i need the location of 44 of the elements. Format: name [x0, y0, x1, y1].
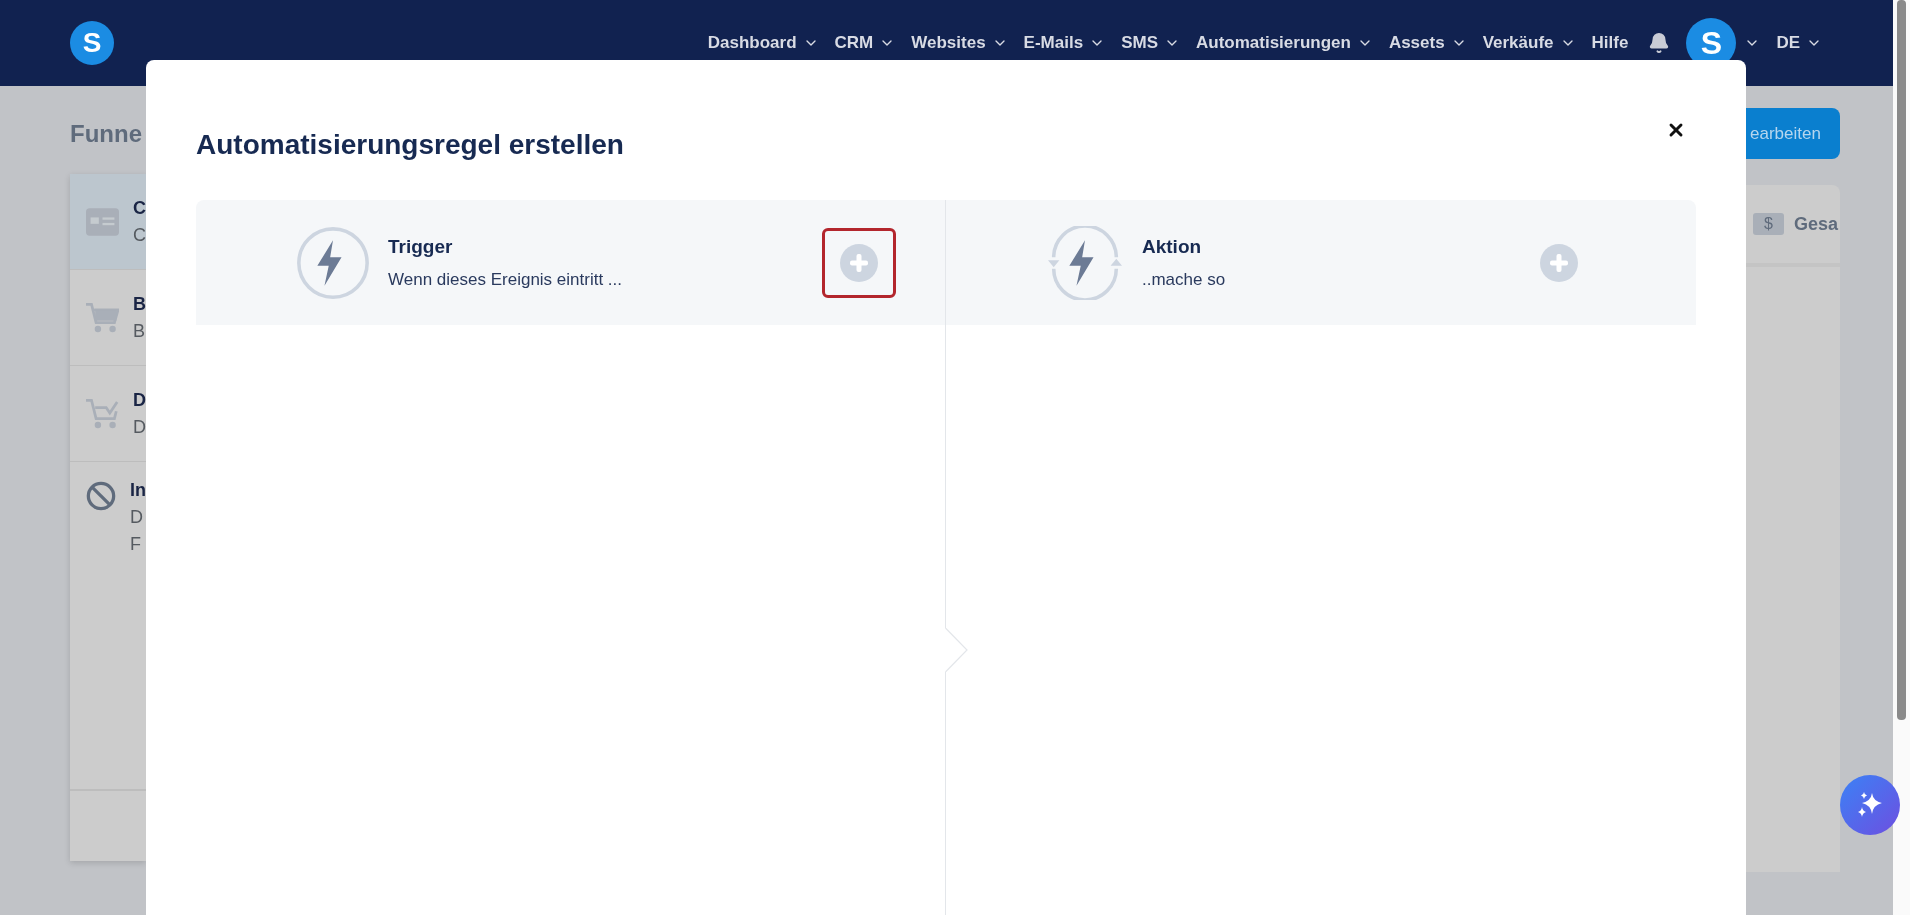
item-title: D — [133, 389, 146, 411]
stat-label: Gesa — [1793, 213, 1838, 235]
nav-link[interactable]: SMS — [1121, 33, 1180, 53]
item-title: C — [133, 197, 146, 219]
panel-title: Trigger — [388, 235, 454, 258]
item-title: In — [130, 480, 146, 501]
page-title: Funne — [70, 120, 142, 149]
item-subtitle: D — [130, 507, 144, 528]
cart-check-icon — [86, 396, 119, 431]
plus-icon — [840, 243, 878, 282]
cart-icon — [86, 300, 119, 335]
nav-link[interactable]: Dashboard — [707, 33, 819, 53]
nav-link[interactable]: Websites — [911, 33, 1008, 53]
list-item[interactable]: D D — [70, 366, 146, 462]
blocked-icon — [86, 480, 116, 512]
id-card-icon — [86, 206, 119, 237]
language-menu[interactable]: DE — [1776, 33, 1822, 53]
panel-subtitle: ..mache so — [1142, 269, 1226, 290]
dollar-badge: $ — [1753, 213, 1784, 235]
item-title: B — [133, 293, 146, 315]
ai-assistant-button[interactable] — [1840, 775, 1900, 835]
lightning-cycle-icon — [1046, 225, 1124, 300]
nav-link[interactable]: Automatisierungen — [1195, 33, 1373, 53]
panel-subtitle: Wenn dieses Ereignis eintritt ... — [388, 269, 622, 290]
nav-link[interactable]: Assets — [1388, 33, 1467, 53]
add-button[interactable] — [822, 227, 896, 298]
list-item[interactable]: In D F — [70, 462, 146, 790]
nav-link[interactable]: Verkäufe — [1482, 33, 1576, 53]
nav-link[interactable]: Hilfe — [1591, 33, 1629, 53]
bell-icon[interactable] — [1648, 32, 1671, 54]
dialog-title: Automatisierungsregel erstellen — [196, 129, 624, 161]
logo[interactable]: S — [70, 21, 114, 65]
panel-title: Aktion — [1142, 235, 1203, 258]
item-subtitle: D — [133, 416, 146, 438]
nav-link[interactable]: CRM — [834, 33, 896, 53]
item-subtitle: B — [133, 320, 146, 342]
item-subtitle: F — [130, 534, 142, 555]
list-item[interactable]: B B — [70, 270, 146, 366]
lightning-icon — [296, 225, 370, 300]
plus-icon — [1540, 243, 1578, 282]
list-item[interactable]: C C — [70, 174, 146, 270]
nav-link[interactable]: E-Mails — [1023, 33, 1106, 53]
item-subtitle: C — [133, 224, 146, 246]
scrollbar[interactable] — [1893, 0, 1910, 915]
